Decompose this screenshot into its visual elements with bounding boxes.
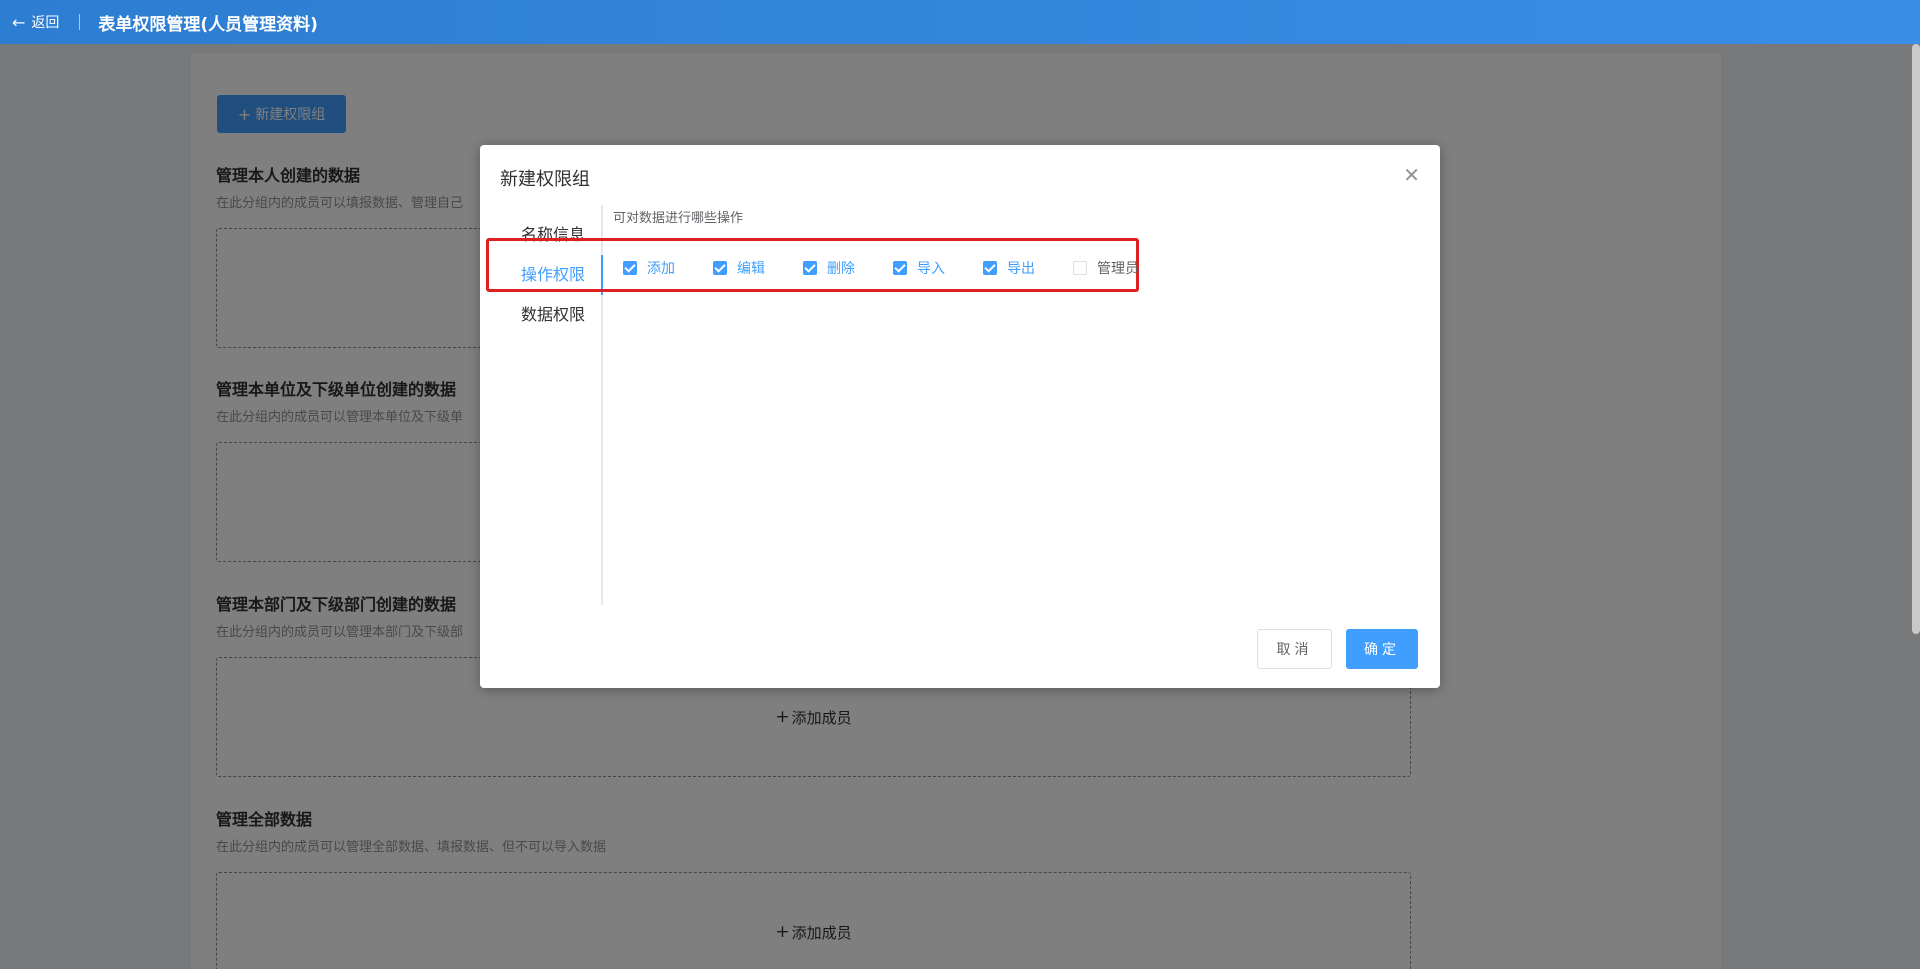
checkbox-admin[interactable]: 管理员 (1073, 258, 1139, 278)
checkbox-export[interactable]: 导出 (983, 258, 1035, 278)
checkbox-checked-icon (893, 261, 907, 275)
checkbox-label: 添加 (647, 261, 675, 277)
checkbox-label: 导入 (917, 261, 945, 277)
checkbox-label: 删除 (827, 261, 855, 277)
checkbox-edit[interactable]: 编辑 (713, 258, 765, 278)
checkbox-label: 管理员 (1097, 261, 1139, 277)
new-group-dialog: 新建权限组 ✕ 名称信息 操作权限 数据权限 可对数据进行哪些操作 添加 编辑 … (480, 145, 1440, 688)
checkbox-checked-icon (803, 261, 817, 275)
header-divider (79, 14, 81, 30)
checkbox-checked-icon (713, 261, 727, 275)
checkbox-unchecked-icon (1073, 261, 1087, 275)
checkbox-checked-icon (623, 261, 637, 275)
close-icon[interactable]: ✕ (1403, 163, 1420, 187)
checkbox-label: 编辑 (737, 261, 765, 277)
back-label: 返回 (31, 15, 60, 31)
dialog-title: 新建权限组 (500, 169, 590, 190)
nav-item-data-permission[interactable]: 数据权限 (521, 301, 585, 325)
operations-hint: 可对数据进行哪些操作 (613, 211, 744, 226)
checkbox-delete[interactable]: 删除 (803, 258, 855, 278)
cancel-button[interactable]: 取消 (1257, 629, 1332, 669)
arrow-left-icon: ← (12, 12, 26, 32)
checkbox-import[interactable]: 导入 (893, 258, 945, 278)
back-button[interactable]: ← 返回 (12, 12, 59, 32)
page-title: 表单权限管理(人员管理资料) (98, 14, 318, 35)
scrollbar[interactable] (1912, 44, 1920, 634)
checkbox-add[interactable]: 添加 (623, 258, 675, 278)
confirm-button[interactable]: 确定 (1346, 629, 1418, 669)
app-header: ← 返回 表单权限管理(人员管理资料) (0, 0, 1920, 44)
permission-checkbox-group: 添加 编辑 删除 导入 导出 管理员 (623, 258, 1139, 278)
checkbox-label: 导出 (1007, 261, 1035, 277)
checkbox-checked-icon (983, 261, 997, 275)
